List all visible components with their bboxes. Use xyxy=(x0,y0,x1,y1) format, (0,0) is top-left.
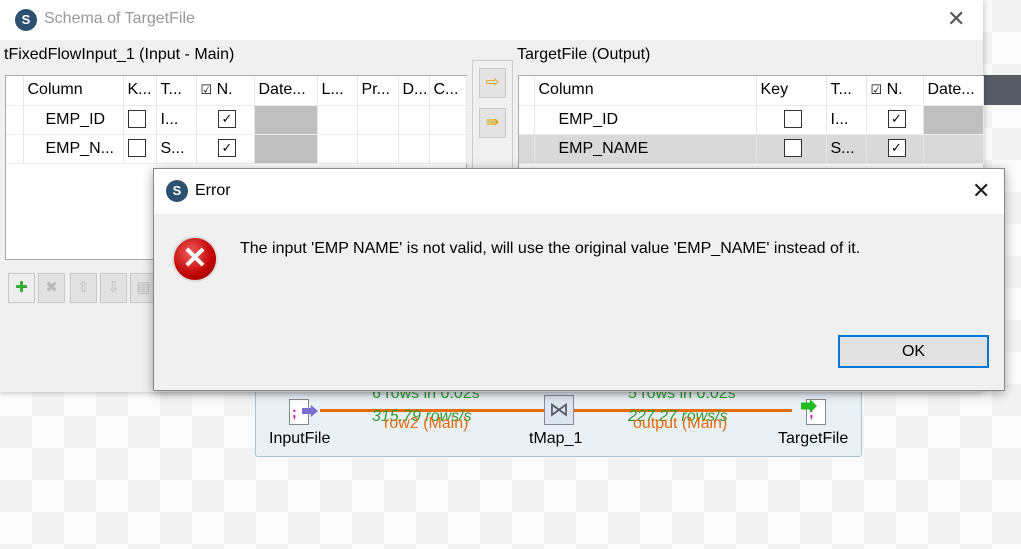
column-header[interactable]: T... xyxy=(156,76,197,106)
table-row[interactable]: EMP_N... S... ✓ xyxy=(6,134,467,164)
app-icon: S xyxy=(15,9,37,31)
column-header[interactable]: L... xyxy=(317,76,358,106)
background-toolbar xyxy=(983,75,1021,105)
table-row[interactable]: EMP_ID I... ✓ xyxy=(6,105,467,135)
job-subjob: ; 6 rows in 0.02s 315.79 rows/s row2 (Ma… xyxy=(255,385,862,457)
checkbox-icon: ☑ xyxy=(200,82,213,98)
error-message: The input 'EMP NAME' is not valid, will … xyxy=(240,240,861,257)
table-header: Column Key T... ☑ N. Date... xyxy=(519,76,984,106)
column-header[interactable]: D... xyxy=(398,76,430,106)
type-cell[interactable]: I... xyxy=(156,105,197,135)
app-icon: S xyxy=(166,180,188,202)
component-label: tMap_1 xyxy=(529,430,583,447)
column-name[interactable]: EMP_N... xyxy=(23,134,124,164)
link-label: output (Main) xyxy=(633,415,728,432)
input-panel-label: tFixedFlowInput_1 (Input - Main) xyxy=(4,46,235,63)
column-header[interactable]: Key xyxy=(756,76,827,106)
column-header[interactable]: Column xyxy=(534,76,757,106)
dialog-title: Schema of TargetFile xyxy=(44,10,195,27)
nullable-checkbox[interactable]: ✓ xyxy=(218,110,236,129)
copy-all-arrow-icon[interactable]: ⇛ xyxy=(479,108,506,138)
column-header[interactable]: Pr... xyxy=(357,76,399,106)
column-header[interactable]: T... xyxy=(826,76,867,106)
nullable-checkbox[interactable]: ✓ xyxy=(887,139,906,158)
output-panel-label: TargetFile (Output) xyxy=(517,46,651,63)
tmap-icon[interactable]: ⋈ xyxy=(544,395,574,425)
key-checkbox[interactable] xyxy=(127,110,146,129)
error-title-bar: S Error ✕ xyxy=(154,169,1004,214)
key-checkbox[interactable] xyxy=(127,139,146,158)
table-row[interactable]: EMP_ID I... ✓ xyxy=(519,105,984,135)
column-header-nullable[interactable]: ☑ N. xyxy=(866,76,924,106)
type-cell[interactable]: S... xyxy=(826,134,867,164)
close-icon[interactable]: ✕ xyxy=(947,6,965,32)
move-down-icon[interactable]: ⇩ xyxy=(100,273,127,303)
column-header-label: N. xyxy=(216,81,233,99)
column-name[interactable]: EMP_ID xyxy=(23,105,124,135)
nullable-checkbox[interactable]: ✓ xyxy=(887,110,906,129)
remove-icon[interactable]: ✖ xyxy=(38,273,65,303)
error-icon: ✕ xyxy=(172,236,218,282)
move-up-icon[interactable]: ⇧ xyxy=(70,273,97,303)
add-icon[interactable]: ✚ xyxy=(8,273,35,303)
key-checkbox[interactable] xyxy=(784,110,802,129)
column-name[interactable]: EMP_NAME xyxy=(534,134,757,164)
column-header-label: N. xyxy=(886,81,903,99)
type-cell[interactable]: I... xyxy=(826,105,867,135)
dialog-title: Error xyxy=(195,182,231,199)
component-label: TargetFile xyxy=(778,430,849,447)
component-label: InputFile xyxy=(269,430,331,447)
key-checkbox[interactable] xyxy=(784,139,802,158)
date-cell xyxy=(254,134,318,164)
link-label: row2 (Main) xyxy=(384,415,469,432)
error-dialog: S Error ✕ ✕ The input 'EMP NAME' is not … xyxy=(153,168,1005,391)
checkbox-icon: ☑ xyxy=(870,82,883,98)
column-header-nullable[interactable]: ☑ N. xyxy=(196,76,255,106)
column-header[interactable]: K... xyxy=(123,76,157,106)
nullable-checkbox[interactable]: ✓ xyxy=(218,139,236,158)
column-header[interactable]: C... xyxy=(429,76,467,106)
ok-button[interactable]: OK xyxy=(838,335,989,368)
output-schema-table: Column Key T... ☑ N. Date... EMP_ID I...… xyxy=(518,75,984,175)
close-icon[interactable]: ✕ xyxy=(972,178,990,204)
date-cell xyxy=(923,105,984,135)
column-header[interactable]: Date... xyxy=(254,76,318,106)
column-header[interactable]: Date... xyxy=(923,76,984,106)
table-row-selected[interactable]: EMP_NAME S... ✓ xyxy=(519,134,984,164)
copy-selected-arrow-icon[interactable]: ⇨ xyxy=(479,68,506,98)
date-cell xyxy=(254,105,318,135)
table-header: Column K... T... ☑ N. Date... L... Pr...… xyxy=(6,76,467,106)
type-cell[interactable]: S... xyxy=(156,134,197,164)
schema-title-bar: S Schema of TargetFile ✕ xyxy=(0,0,983,40)
column-name[interactable]: EMP_ID xyxy=(534,105,757,135)
date-cell xyxy=(923,134,984,164)
column-header[interactable]: Column xyxy=(23,76,124,106)
